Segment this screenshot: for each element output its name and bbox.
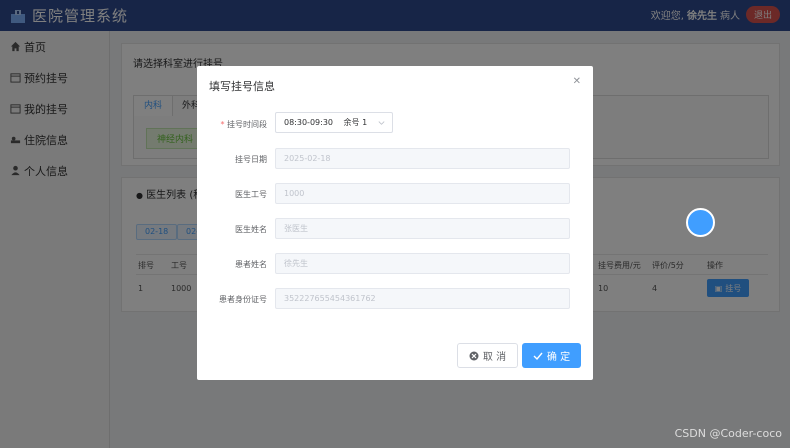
dialog-title: 填写挂号信息	[209, 80, 275, 93]
date-label: 挂号日期	[235, 155, 267, 164]
patient-name-label: 患者姓名	[235, 260, 267, 269]
doctor-id-label: 医生工号	[235, 190, 267, 199]
doctor-id-field: 1000	[275, 183, 570, 204]
time-slot-value: 08:30-09:30	[284, 118, 333, 127]
check-icon	[533, 352, 543, 360]
time-slot-label: * 挂号时间段	[220, 120, 267, 129]
remaining-count: 余号 1	[343, 118, 368, 127]
patient-id-label: 患者身份证号	[219, 295, 267, 304]
time-slot-select[interactable]: 08:30-09:30 余号 1	[275, 112, 393, 133]
doctor-name-field: 张医生	[275, 218, 570, 239]
floating-assistant-icon[interactable]	[686, 208, 715, 237]
doctor-name-label: 医生姓名	[235, 225, 267, 234]
patient-id-field: 352227655454361762	[275, 288, 570, 309]
watermark: CSDN @Coder-coco	[674, 427, 782, 440]
cancel-button[interactable]: 取 消	[457, 343, 518, 368]
chevron-down-icon	[378, 121, 385, 125]
date-field: 2025-02-18	[275, 148, 570, 169]
cancel-icon	[469, 351, 479, 360]
patient-name-field: 徐先生	[275, 253, 570, 274]
registration-dialog: 填写挂号信息 ✕ * 挂号时间段 08:30-09:30 余号 1 挂号日期 2…	[197, 66, 593, 380]
confirm-button[interactable]: 确 定	[522, 343, 581, 368]
close-icon[interactable]: ✕	[573, 76, 581, 87]
